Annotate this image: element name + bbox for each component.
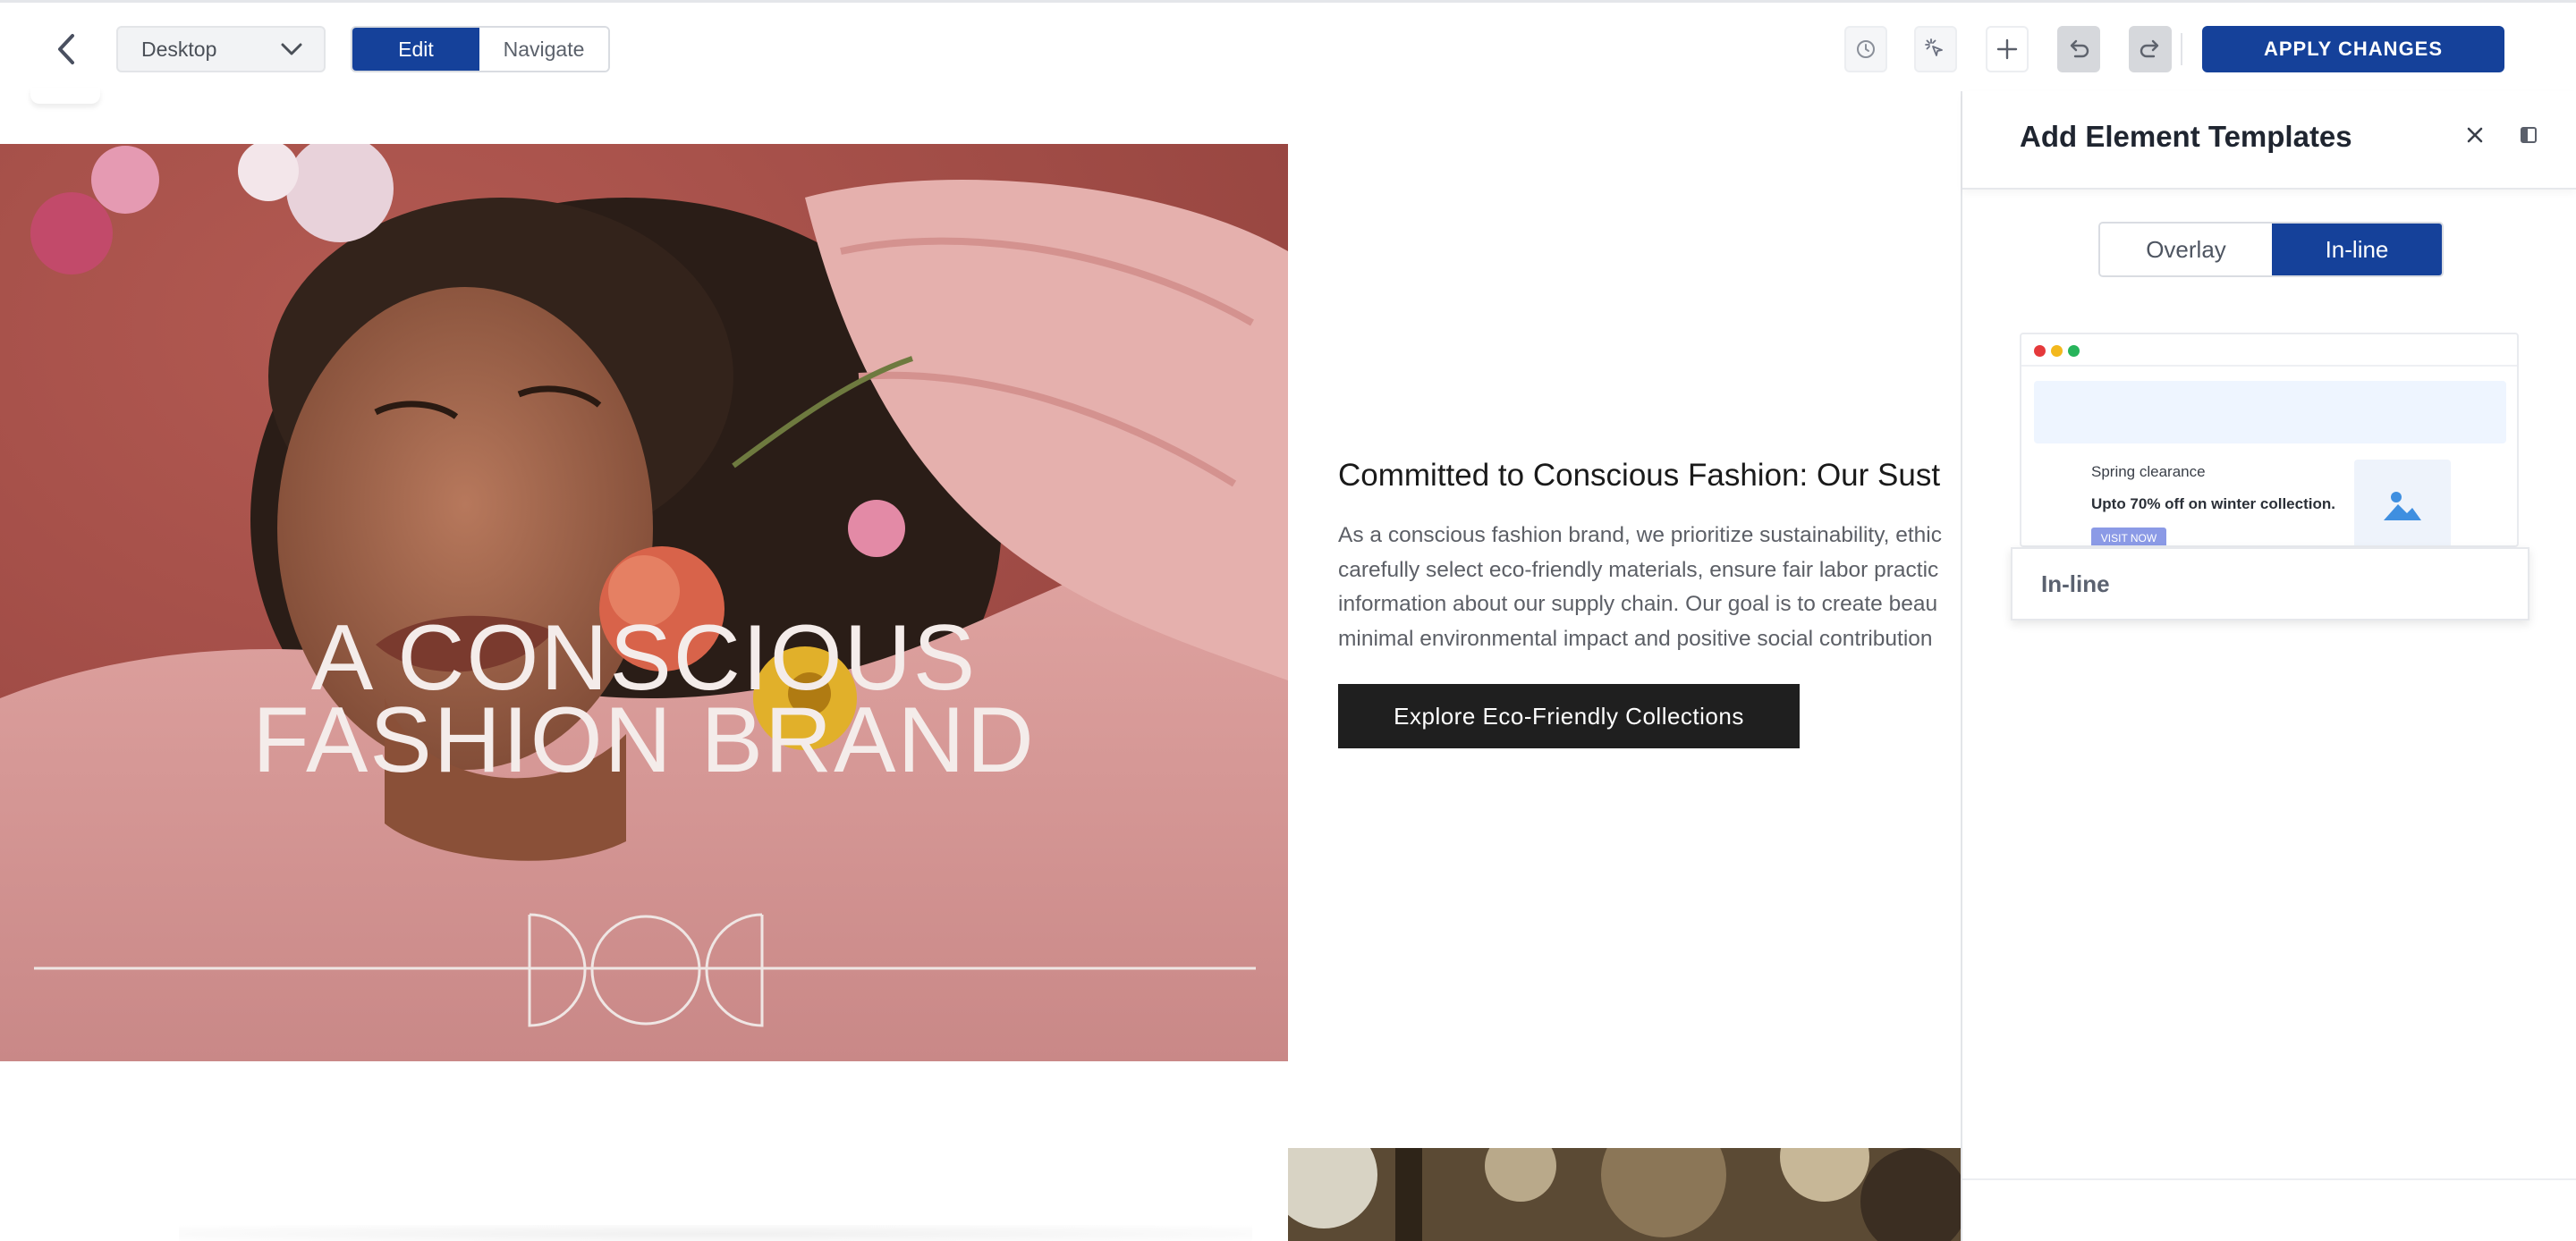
chevron-down-icon <box>281 43 302 55</box>
window-dot-green <box>2068 345 2080 357</box>
toolbar-divider <box>2181 33 2182 65</box>
image-placeholder-icon <box>2384 492 2421 520</box>
hero-overlay-text: A CONSCIOUS FASHION BRAND <box>0 606 1288 792</box>
explore-collections-button[interactable]: Explore Eco-Friendly Collections <box>1338 684 1800 748</box>
undo-icon <box>2070 39 2089 58</box>
chevron-left-icon <box>58 34 74 64</box>
redo-icon <box>2140 39 2159 58</box>
panel-footer-divider <box>1962 1178 2576 1180</box>
section-shadow <box>179 1225 1252 1241</box>
section-headline[interactable]: Committed to Conscious Fashion: Our Sust <box>1338 458 1964 494</box>
history-icon <box>1857 40 1875 58</box>
preview-title: Spring clearance <box>2091 463 2206 480</box>
preview-subtitle: Upto 70% off on winter collection. <box>2091 495 2335 512</box>
secondary-photo-illustration <box>1288 1148 1961 1241</box>
dock-panel-button[interactable] <box>2512 118 2546 152</box>
preview-visit-button: VISIT NOW <box>2091 528 2166 545</box>
magic-cursor-icon <box>1925 38 1943 56</box>
panel-title: Add Element Templates <box>2020 120 2352 153</box>
back-button[interactable] <box>48 26 84 72</box>
add-element-templates-panel: Add Element Templates Overlay In-line Sp… <box>1961 91 2576 1241</box>
hero-text-line-2: FASHION BRAND <box>252 688 1036 792</box>
device-select-value: Desktop <box>141 37 217 61</box>
sidebar-toggle-icon <box>2521 127 2537 143</box>
inline-template-preview[interactable]: Spring clearance Upto 70% off on winter … <box>2020 333 2519 547</box>
device-select[interactable]: Desktop <box>116 26 326 72</box>
panel-header: Add Element Templates <box>1962 91 2576 190</box>
section-handle[interactable] <box>30 88 100 104</box>
inline-template-label[interactable]: In-line <box>2011 547 2529 620</box>
preview-image <box>2354 460 2451 545</box>
body-line-4: minimal environmental impact and positiv… <box>1338 626 1933 651</box>
close-icon <box>2467 127 2483 143</box>
hero-text-line-1: A CONSCIOUS <box>310 606 978 710</box>
hero-image <box>0 144 1288 1061</box>
mode-toggle: Edit Navigate <box>351 26 610 72</box>
ai-assist-button[interactable] <box>1914 26 1957 72</box>
redo-button[interactable] <box>2129 26 2172 72</box>
navigate-mode-button[interactable]: Navigate <box>479 28 608 71</box>
body-line-1: As a conscious fashion brand, we priorit… <box>1338 523 1942 547</box>
close-panel-button[interactable] <box>2458 118 2492 152</box>
tab-overlay[interactable]: Overlay <box>2100 224 2272 275</box>
section-body-copy[interactable]: As a conscious fashion brand, we priorit… <box>1338 519 1961 656</box>
window-dot-red <box>2034 345 2046 357</box>
undo-button[interactable] <box>2057 26 2100 72</box>
body-line-2: carefully select eco-friendly materials,… <box>1338 557 1939 582</box>
tab-inline[interactable]: In-line <box>2272 224 2442 275</box>
window-dot-yellow <box>2051 345 2063 357</box>
plus-icon <box>1996 38 2018 60</box>
edit-mode-button[interactable]: Edit <box>352 28 479 71</box>
secondary-image <box>1288 1148 1961 1241</box>
window-dots <box>2034 345 2080 357</box>
apply-changes-button[interactable]: APPLY CHANGES <box>2202 26 2504 72</box>
template-type-toggle: Overlay In-line <box>2098 222 2444 277</box>
top-toolbar: Desktop Edit Navigate APPLY CHANGES <box>0 0 2576 91</box>
body-line-3: information about our supply chain. Our … <box>1338 592 1938 616</box>
hero-photo-illustration <box>0 144 1288 1061</box>
history-button[interactable] <box>1844 26 1887 72</box>
page-root: Desktop Edit Navigate APPLY CHANGES A CO… <box>0 0 2576 1241</box>
add-element-button[interactable] <box>1986 26 2029 72</box>
preview-header-bar <box>2034 381 2506 443</box>
preview-divider <box>2021 365 2517 367</box>
